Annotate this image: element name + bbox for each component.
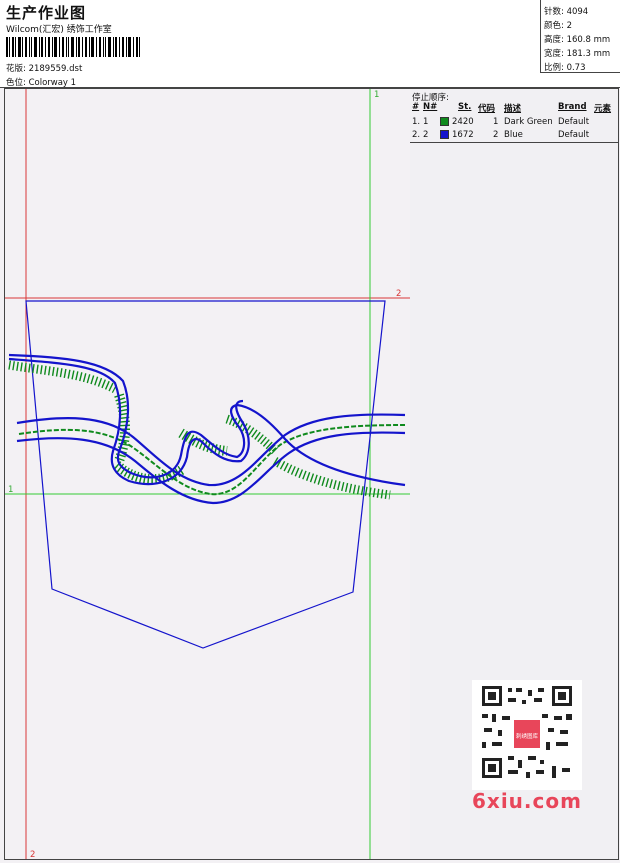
table-divider	[410, 142, 618, 143]
stats-box: 针数: 4094 颜色: 2 高度: 160.8 mm 宽度: 181.3 mm…	[540, 0, 620, 73]
guide-label-green-horizontal: 1	[8, 485, 13, 495]
row1-color-swatch	[440, 117, 449, 126]
qr-code: 刺绣图库	[472, 680, 582, 790]
barcode	[6, 37, 140, 57]
row2-stitches: 1672	[452, 130, 474, 140]
row1-stitches: 2420	[452, 117, 474, 127]
studio-subtitle: Wilcom(汇宏) 绣饰工作室	[6, 25, 112, 35]
design-canvas: 1 2 1 2	[4, 88, 411, 860]
row1-seq: 1.	[412, 117, 421, 127]
design-height: 高度: 160.8 mm	[544, 35, 611, 45]
col-header-seq: #	[412, 102, 420, 112]
guide-label-bottom-left: 2	[30, 850, 35, 859]
watermark-site: 6xiu.com	[472, 789, 582, 813]
col-header-brand: Brand	[558, 102, 587, 112]
header: 生产作业图 Wilcom(汇宏) 绣饰工作室 花版: 2189559.dst 色…	[0, 0, 620, 88]
stitch-count: 针数: 4094	[544, 7, 589, 17]
guide-label-red-horizontal: 2	[396, 289, 401, 299]
row1-description: Dark Green	[504, 117, 553, 127]
col-header-code: 代码	[478, 104, 496, 114]
col-header-stitches: St.	[458, 102, 472, 112]
row2-description: Blue	[504, 130, 523, 140]
col-header-element: 元素	[594, 104, 612, 114]
pocket-outline	[25, 300, 386, 649]
green-satin-stitches	[8, 360, 391, 500]
col-header-needle: N#	[423, 102, 438, 112]
page-title: 生产作业图	[6, 4, 87, 22]
embroidery-preview: 1 2 1 2	[5, 89, 410, 860]
row2-color-swatch	[440, 130, 449, 139]
row2-seq: 2.	[412, 130, 421, 140]
row2-brand: Default	[558, 130, 590, 140]
color-count: 颜色: 2	[544, 21, 572, 31]
row1-needle: 1	[423, 117, 429, 127]
col-header-description: 描述	[504, 104, 522, 114]
row1-code: 1	[493, 117, 499, 127]
guide-label-top-right: 1	[374, 90, 379, 100]
row2-needle: 2	[423, 130, 429, 140]
design-width: 宽度: 181.3 mm	[544, 49, 611, 59]
row2-code: 2	[493, 130, 499, 140]
row1-brand: Default	[558, 117, 590, 127]
stats-divider	[540, 72, 620, 73]
design-file-label: 花版: 2189559.dst	[6, 64, 83, 74]
qr-stamp-text: 刺绣图库	[516, 732, 539, 740]
